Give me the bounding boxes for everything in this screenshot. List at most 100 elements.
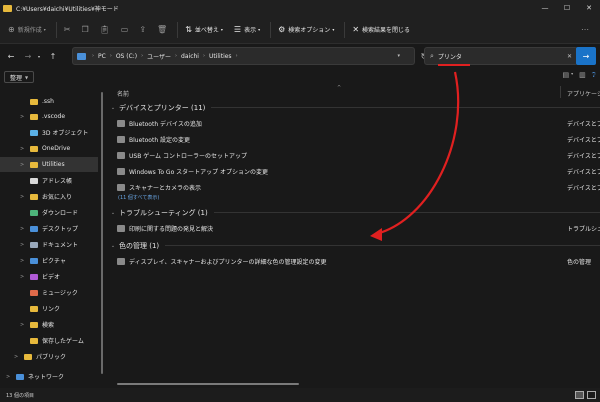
breadcrumb-users[interactable]: ユーザー [147, 52, 171, 61]
group-header[interactable]: ⌄ 色の管理 (1) [110, 239, 600, 252]
sort-button[interactable]: ⇅ 並べ替え ▾ [181, 20, 230, 40]
list-item[interactable]: Bluetooth 設定の変更 デバイスとプ [110, 132, 600, 146]
sidebar-item[interactable]: > 検索 [0, 317, 98, 332]
sort-icon: ⇅ [185, 25, 192, 34]
chevron-right-icon[interactable]: > [20, 114, 24, 120]
sidebar-item[interactable]: 3D オブジェクト [0, 125, 98, 140]
view-toggle-icon[interactable]: ▤ [563, 71, 570, 80]
sidebar-item[interactable]: > ビデオ [0, 269, 98, 284]
view-options: ▤ ▾ ▥ ❔︎ [557, 71, 596, 80]
sidebar-item[interactable]: > デスクトップ [0, 221, 98, 236]
list-item[interactable]: Bluetooth デバイスの追加 デバイスとプ [110, 116, 600, 130]
chevron-down-icon[interactable]: ⌄ [110, 210, 116, 216]
delete-button[interactable]: 🗑︎ [153, 20, 174, 40]
chevron-right-icon[interactable]: > [20, 162, 24, 168]
navigation-pane: .ssh > .vscode 3D オブジェクト > OneDrive > Utilities… [0, 86, 104, 386]
folder-icon [3, 4, 12, 12]
chevron-down-icon[interactable]: ▾ [571, 71, 573, 80]
list-item[interactable]: 印刷に関する問題の発見と解決 トラブルシュー [110, 221, 600, 235]
list-item[interactable]: USB ゲーム コントローラーのセットアップ デバイスとプ [110, 148, 600, 162]
folder-icon [30, 193, 38, 200]
paste-button[interactable]: 📋︎ [96, 20, 117, 40]
chevron-right-icon[interactable]: > [20, 194, 24, 200]
sidebar-item-label: ビデオ [42, 274, 61, 281]
breadcrumb-pc[interactable]: PC [98, 53, 106, 60]
sidebar-item[interactable]: > パブリック [0, 349, 98, 364]
column-type[interactable]: アプリケーション [567, 89, 600, 98]
list-item[interactable]: スキャナーとカメラの表示 デバイスとプ [110, 180, 600, 194]
column-name[interactable]: 名前 [117, 89, 129, 98]
sidebar-item[interactable]: ミュージック [0, 285, 98, 300]
sidebar-item[interactable]: > OneDrive [0, 141, 98, 156]
minimize-button[interactable]: — [534, 0, 556, 16]
chevron-right-icon[interactable]: > [14, 354, 18, 360]
organize-button[interactable]: 整理 ▼ [4, 71, 35, 83]
cut-button[interactable]: ✂ [60, 20, 78, 40]
sidebar-item-label: 保存したゲーム [42, 338, 84, 345]
chevron-right-icon[interactable]: > [6, 374, 10, 380]
breadcrumb-user[interactable]: daichi [181, 53, 199, 60]
breadcrumb-drive[interactable]: OS (C:) [116, 53, 137, 60]
sidebar-item-label: リンク [42, 306, 61, 313]
horizontal-scrollbar[interactable] [117, 383, 299, 385]
sidebar-item-label: ドキュメント [42, 242, 79, 249]
close-button[interactable]: ✕ [578, 0, 600, 16]
chevron-right-icon[interactable]: > [20, 322, 24, 328]
list-item[interactable]: ディスプレイ、スキャナーおよびプリンターの詳細な色の管理設定の変更 色の管理 [110, 254, 600, 268]
item-name: Windows To Go スタートアップ オプションの変更 [129, 168, 269, 176]
clear-search-icon[interactable]: ✕ [567, 53, 572, 60]
sidebar-item[interactable]: > ネットワーク [0, 369, 98, 384]
chevron-right-icon[interactable]: > [20, 226, 24, 232]
search-options-button[interactable]: ⚙ 検索オプション ▾ [274, 20, 341, 40]
copy-button[interactable]: ❐ [77, 20, 95, 40]
chevron-right-icon[interactable]: > [20, 242, 24, 248]
more-button[interactable]: ⋯ [577, 20, 596, 40]
maximize-button[interactable]: ☐ [556, 0, 578, 16]
large-icons-view-icon[interactable] [587, 391, 596, 399]
sidebar-item[interactable]: .ssh [0, 94, 98, 109]
chevron-down-icon[interactable]: ▾ [397, 53, 400, 59]
view-button[interactable]: ☰ 表示 ▾ [230, 20, 267, 40]
show-all-link[interactable]: (11 個すべて表示) [118, 194, 159, 201]
details-view-icon[interactable] [575, 391, 584, 399]
sidebar-item[interactable]: > Utilities [0, 157, 98, 172]
sidebar-item[interactable]: アドレス帳 [0, 173, 98, 188]
breadcrumb-utilities[interactable]: Utilities [209, 53, 232, 60]
column-divider[interactable] [560, 86, 561, 98]
sidebar-item[interactable]: > ドキュメント [0, 237, 98, 252]
sidebar-item[interactable]: ダウンロード [0, 205, 98, 220]
sidebar-item-label: .ssh [42, 98, 54, 105]
nav-scrollbar[interactable] [101, 92, 103, 374]
sidebar-item[interactable]: > お気に入り [0, 189, 98, 204]
chevron-down-icon[interactable]: ⌄ [110, 243, 116, 249]
share-button[interactable]: ⇪ [135, 20, 153, 40]
sidebar-item[interactable]: リンク [0, 301, 98, 316]
sidebar-item[interactable]: > ピクチャ [0, 253, 98, 268]
arrow-right-icon: → [24, 51, 32, 61]
group-header[interactable]: ⌄ デバイスとプリンター (11) [110, 101, 600, 114]
back-button[interactable]: ← [4, 47, 18, 65]
new-button[interactable]: ⊕ 新規作成 ▾ [4, 20, 53, 40]
forward-button[interactable]: → [21, 47, 35, 65]
sidebar-item[interactable]: 保存したゲーム [0, 333, 98, 348]
close-icon: ✕ [352, 25, 360, 34]
rename-button[interactable]: ▭ [117, 20, 136, 40]
item-name: 印刷に関する問題の発見と解決 [129, 225, 214, 233]
up-button[interactable]: ↑ [46, 47, 60, 65]
item-type: デバイスとプ [567, 120, 600, 128]
close-search-button[interactable]: ✕ 検索結果を閉じる [348, 20, 414, 40]
chevron-right-icon[interactable]: > [20, 146, 24, 152]
chevron-down-icon[interactable]: ⌄ [110, 105, 116, 111]
chevron-right-icon[interactable]: > [20, 258, 24, 264]
help-icon[interactable]: ❔︎ [592, 71, 596, 80]
chevron-right-icon[interactable]: > [20, 274, 24, 280]
list-item[interactable]: Windows To Go スタートアップ オプションの変更 デバイスとプ [110, 164, 600, 178]
group-header[interactable]: ⌄ トラブルシューティング (1) [110, 206, 600, 219]
folder-icon [30, 209, 38, 216]
recent-button[interactable]: ▾ [35, 47, 43, 65]
search-go-button[interactable]: → [576, 47, 596, 65]
item-count: 13 個の項目 [6, 392, 34, 399]
group-label: デバイスとプリンター (11) [119, 103, 206, 112]
sidebar-item[interactable]: > .vscode [0, 109, 98, 124]
preview-pane-icon[interactable]: ▥ [579, 71, 586, 80]
